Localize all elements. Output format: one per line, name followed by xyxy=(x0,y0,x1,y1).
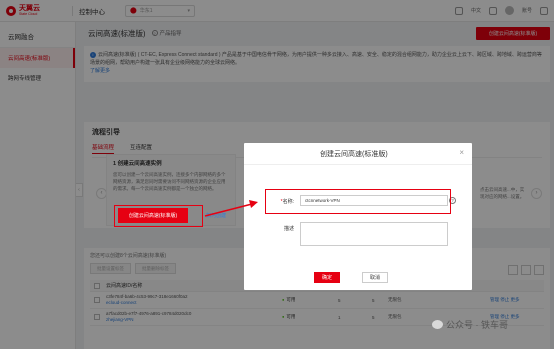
wechat-icon xyxy=(432,320,443,329)
annotation-arrow-icon xyxy=(204,200,258,217)
watermark: 公众号 · 铁车哥 xyxy=(432,318,508,331)
watermark-text: 公众号 · 铁车哥 xyxy=(446,320,508,330)
